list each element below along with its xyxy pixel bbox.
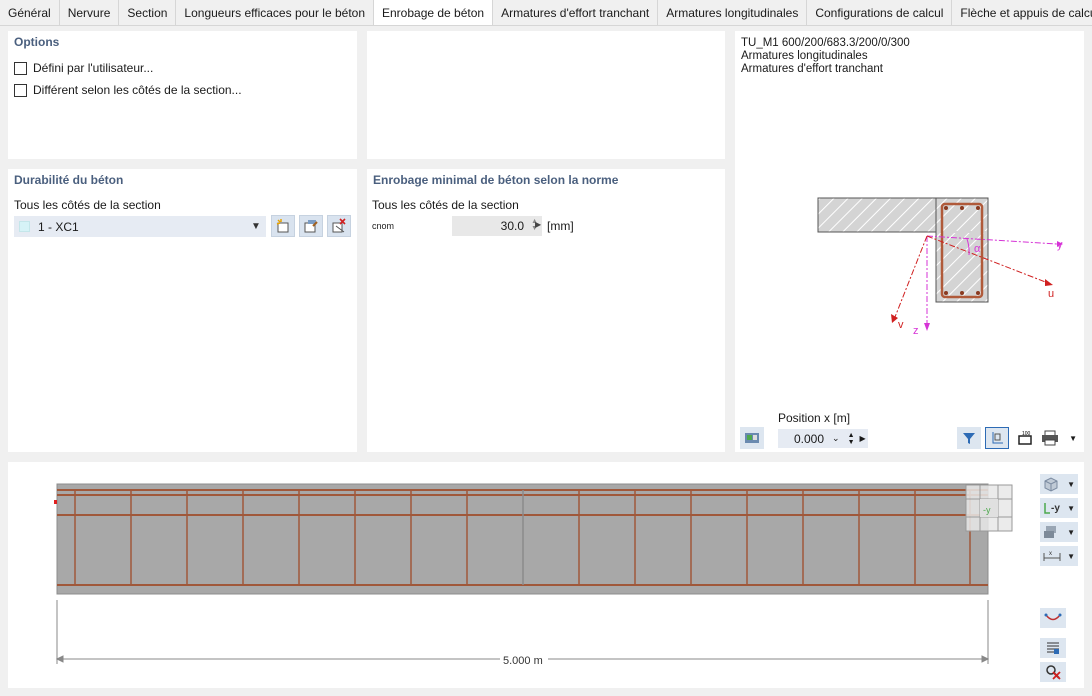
chevron-down-icon[interactable]: ▼ xyxy=(247,221,265,232)
section-info-line2: Armatures longitudinales xyxy=(741,50,868,62)
delete-exposure-button[interactable] xyxy=(327,215,351,237)
tab-design-configurations[interactable]: Configurations de calcul xyxy=(807,0,953,25)
view-cube-axis-label: -y xyxy=(983,505,991,515)
view-axis-button[interactable]: -y ▼ xyxy=(1040,498,1078,518)
different-sides-label: Différent selon les côtés de la section.… xyxy=(33,83,242,97)
tab-shear-reinforcement[interactable]: Armatures d'effort tranchant xyxy=(493,0,659,25)
user-defined-checkbox[interactable] xyxy=(14,61,27,75)
tab-concrete-cover[interactable]: Enrobage de béton xyxy=(374,0,494,25)
render-settings-icon xyxy=(745,433,759,443)
user-defined-checkbox-row[interactable]: Défini par l'utilisateur... xyxy=(14,61,153,75)
view-render-button[interactable]: ▼ xyxy=(1040,522,1078,542)
section-settings-button[interactable] xyxy=(740,427,764,449)
spin-arrows-icon[interactable]: ▲ ▼ xyxy=(848,432,855,446)
empty-panel xyxy=(367,31,725,159)
durability-panel: Durabilité du béton Tous les côtés de la… xyxy=(8,169,357,452)
edit-exposure-button[interactable] xyxy=(299,215,323,237)
exposure-class-select[interactable]: 1 - XC1 ▼ xyxy=(14,216,266,237)
view-dimension-button[interactable]: x ▼ xyxy=(1040,546,1078,566)
dropdown-arrow-icon[interactable]: ▼ xyxy=(1067,504,1075,513)
angle-label: α xyxy=(974,243,981,255)
dimension-icon: 100 xyxy=(1018,431,1032,445)
different-sides-checkbox[interactable] xyxy=(14,83,27,97)
tab-section[interactable]: Section xyxy=(119,0,177,25)
filter-button[interactable] xyxy=(957,427,981,449)
cnom-input[interactable]: 30.0 ▲ ▼ xyxy=(452,216,542,236)
tab-longitudinal-reinforcement[interactable]: Armatures longitudinales xyxy=(658,0,808,25)
dropdown-arrow-icon[interactable]: ▼ xyxy=(1069,434,1077,443)
delete-item-icon xyxy=(332,218,346,233)
axis-y-label: y xyxy=(1057,239,1063,251)
tab-rib[interactable]: Nervure xyxy=(60,0,120,25)
dropdown-arrow-icon[interactable]: ▼ xyxy=(1067,480,1075,489)
play-icon[interactable]: ▶ xyxy=(860,434,866,443)
beam-drawing: 5.000 m -y xyxy=(54,483,1013,667)
tab-deflection-supports[interactable]: Flèche et appuis de calcul xyxy=(952,0,1092,25)
svg-text:x: x xyxy=(1049,551,1052,557)
min-cover-title: Enrobage minimal de béton selon la norme xyxy=(373,173,619,187)
svg-text:100: 100 xyxy=(1022,431,1031,437)
filter-icon xyxy=(963,433,975,444)
min-cover-panel: Enrobage minimal de béton selon la norme… xyxy=(367,169,725,452)
axis-direction-icon: -y xyxy=(1043,501,1060,515)
durability-sides-label: Tous les côtés de la section xyxy=(14,198,161,212)
section-info-line3: Armatures d'effort tranchant xyxy=(741,63,883,75)
cnom-unit: [mm] xyxy=(547,219,574,233)
edit-item-icon xyxy=(304,220,318,233)
exposure-color-swatch xyxy=(19,221,30,232)
dropdown-arrow-icon[interactable]: ▼ xyxy=(1067,552,1075,561)
position-label: Position x [m] xyxy=(778,411,851,425)
axes-toggle-button[interactable] xyxy=(985,427,1009,449)
durability-title: Durabilité du béton xyxy=(14,173,124,187)
min-cover-sides-label: Tous les côtés de la section xyxy=(372,198,519,212)
position-value: 0.000 xyxy=(794,431,825,446)
exposure-class-value: 1 - XC1 xyxy=(38,219,79,234)
dimensions-button[interactable]: 100 xyxy=(1013,427,1037,449)
chevron-down-icon[interactable]: ⌄ xyxy=(832,433,840,444)
user-defined-label: Défini par l'utilisateur... xyxy=(33,61,154,75)
different-sides-checkbox-row[interactable]: Différent selon les côtés de la section.… xyxy=(14,83,242,97)
printer-icon xyxy=(1042,430,1058,446)
table-settings-icon xyxy=(1047,642,1059,654)
cnom-value: 30.0 xyxy=(500,219,524,233)
deflection-view-button[interactable] xyxy=(1040,608,1066,628)
section-name: TU_M1 600/200/683.3/200/0/300 xyxy=(741,37,910,49)
axis-u-label: u xyxy=(1048,288,1054,300)
zoom-reset-icon xyxy=(1046,665,1061,680)
layers-icon xyxy=(1044,526,1056,538)
axis-arrow-icon xyxy=(1044,503,1050,514)
axes-icon xyxy=(992,432,1003,444)
options-panel: Options Défini par l'utilisateur... Diff… xyxy=(8,31,357,159)
new-exposure-button[interactable] xyxy=(271,215,295,237)
new-item-icon xyxy=(276,219,289,233)
reset-view-button[interactable] xyxy=(1040,662,1066,682)
dropdown-arrow-icon[interactable]: ▼ xyxy=(1067,528,1075,537)
results-table-button[interactable] xyxy=(1040,638,1066,658)
dimension-line-icon: x xyxy=(1043,551,1061,561)
cross-section-drawing: y z u v α xyxy=(817,197,1063,337)
view-isometric-button[interactable]: ▼ xyxy=(1040,474,1078,494)
cube-icon xyxy=(1044,477,1058,492)
deflection-icon xyxy=(1044,613,1062,621)
section-view-panel: TU_M1 600/200/683.3/200/0/300 Armatures … xyxy=(735,31,1084,452)
tab-bar: Général Nervure Section Longueurs effica… xyxy=(0,0,1092,26)
print-button[interactable]: ▼ xyxy=(1039,427,1079,449)
view-cube[interactable]: -y xyxy=(965,484,1013,532)
options-title: Options xyxy=(14,35,60,49)
cnom-play-icon[interactable]: ▶ xyxy=(535,220,541,229)
tab-effective-lengths[interactable]: Longueurs efficaces pour le béton xyxy=(176,0,374,25)
beam-length-label: 5.000 m xyxy=(503,655,543,667)
beam-view-panel: 5.000 m -y ▼ -y ▼ ▼ x ▼ xyxy=(8,462,1084,688)
cnom-label: cnom xyxy=(372,221,395,231)
axis-v-label: v xyxy=(898,319,904,331)
position-input[interactable]: 0.000 ⌄ ▲ ▼ ▶ xyxy=(778,429,868,448)
axis-z-label: z xyxy=(913,325,919,337)
section-info: TU_M1 600/200/683.3/200/0/300 Armatures … xyxy=(741,37,910,76)
axis-button-label: -y xyxy=(1051,502,1060,514)
tab-general[interactable]: Général xyxy=(0,0,60,25)
